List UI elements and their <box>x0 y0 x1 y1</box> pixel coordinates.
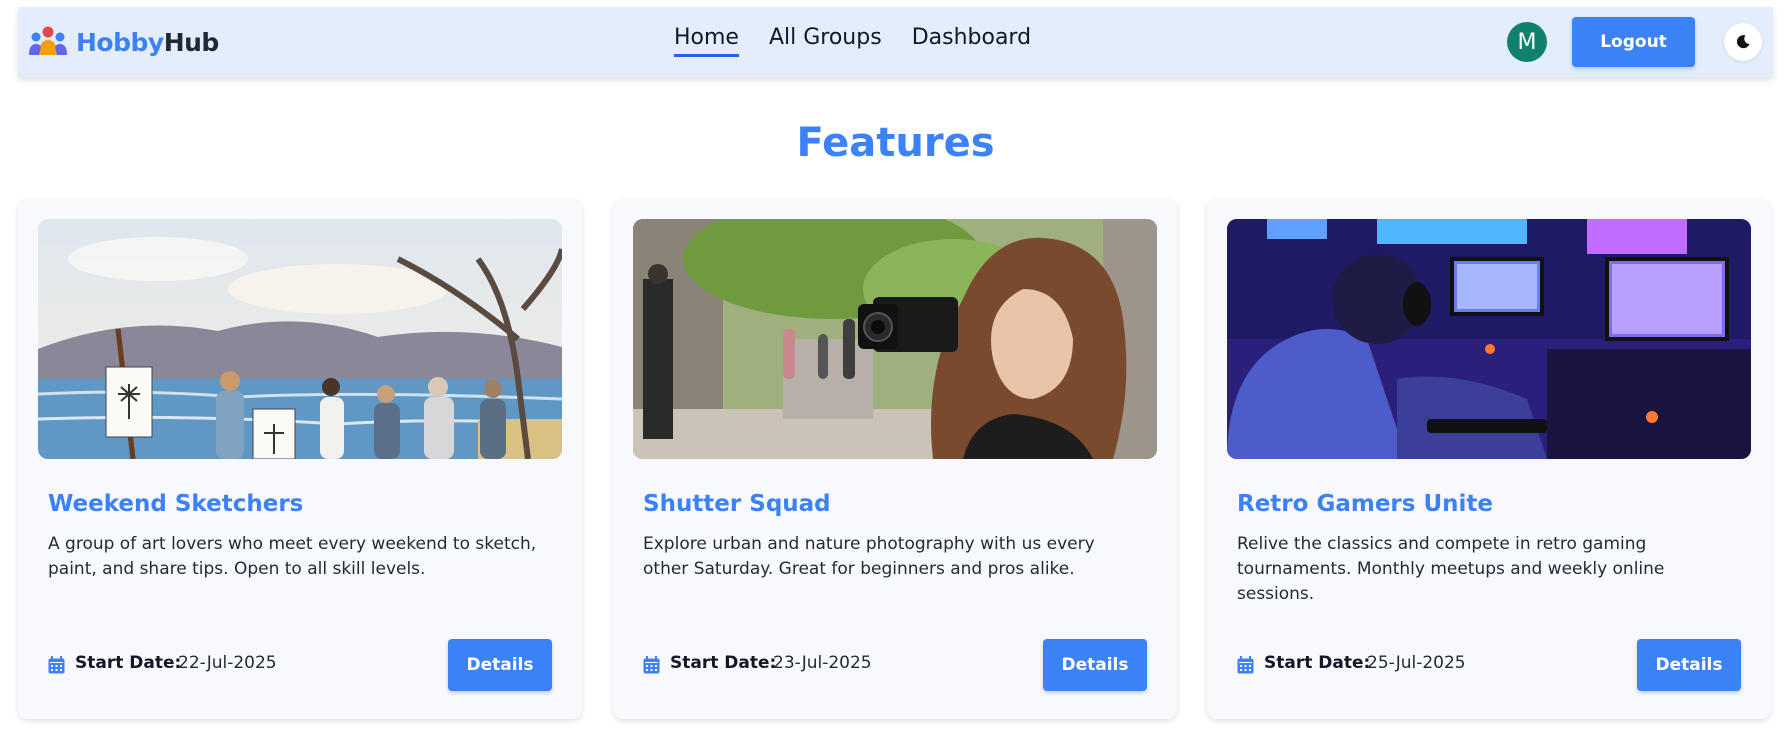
card-image-retro-gamers[interactable] <box>1227 219 1751 459</box>
nav-link-dashboard[interactable]: Dashboard <box>912 25 1031 57</box>
brand-name-part2: Hub <box>163 27 220 57</box>
user-avatar[interactable]: M <box>1507 22 1547 62</box>
card-image-shutter[interactable] <box>633 219 1157 459</box>
section-title: Features <box>796 120 995 166</box>
feature-card: Shutter Squad Explore urban and nature p… <box>613 199 1177 719</box>
people-group-icon <box>29 26 67 55</box>
nav-link-home[interactable]: Home <box>674 25 739 57</box>
card-footer: Start Date: 22-Jul-2025 Details <box>48 639 552 691</box>
feature-card: Retro Gamers Unite Relive the classics a… <box>1207 199 1771 719</box>
card-title[interactable]: Weekend Sketchers <box>48 491 303 517</box>
main-nav: Home All Groups Dashboard <box>674 25 1031 57</box>
card-description: Explore urban and nature photography wit… <box>643 534 1095 579</box>
start-date-label: Start Date: <box>75 653 182 673</box>
start-date-value: 22-Jul-2025 <box>178 653 277 673</box>
brand-name-part1: Hobby <box>76 27 164 57</box>
feature-card: Weekend Sketchers A group of art lovers … <box>18 199 582 719</box>
moon-icon <box>1736 35 1750 49</box>
details-button[interactable]: Details <box>1043 639 1147 691</box>
calendar-icon <box>48 656 65 674</box>
card-footer: Start Date: 23-Jul-2025 Details <box>643 639 1147 691</box>
brand-logo[interactable]: HobbyHub <box>28 25 219 59</box>
details-button[interactable]: Details <box>1637 639 1741 691</box>
navbar: HobbyHub Home All Groups Dashboard M Log… <box>18 7 1773 77</box>
card-footer: Start Date: 25-Jul-2025 Details <box>1237 639 1741 691</box>
start-date-value: 23-Jul-2025 <box>773 653 872 673</box>
card-title[interactable]: Retro Gamers Unite <box>1237 491 1493 517</box>
nav-link-all-groups[interactable]: All Groups <box>769 25 882 57</box>
start-date-value: 25-Jul-2025 <box>1367 653 1466 673</box>
calendar-icon <box>1237 656 1254 674</box>
card-description: A group of art lovers who meet every wee… <box>48 534 537 579</box>
details-button[interactable]: Details <box>448 639 552 691</box>
theme-toggle-button[interactable] <box>1724 23 1762 61</box>
start-date-label: Start Date: <box>670 653 777 673</box>
logout-button[interactable]: Logout <box>1572 17 1695 67</box>
calendar-icon <box>643 656 660 674</box>
card-description: Relive the classics and compete in retro… <box>1237 534 1665 604</box>
card-image-sketchers[interactable] <box>38 219 562 459</box>
card-title[interactable]: Shutter Squad <box>643 491 831 517</box>
start-date-label: Start Date: <box>1264 653 1371 673</box>
